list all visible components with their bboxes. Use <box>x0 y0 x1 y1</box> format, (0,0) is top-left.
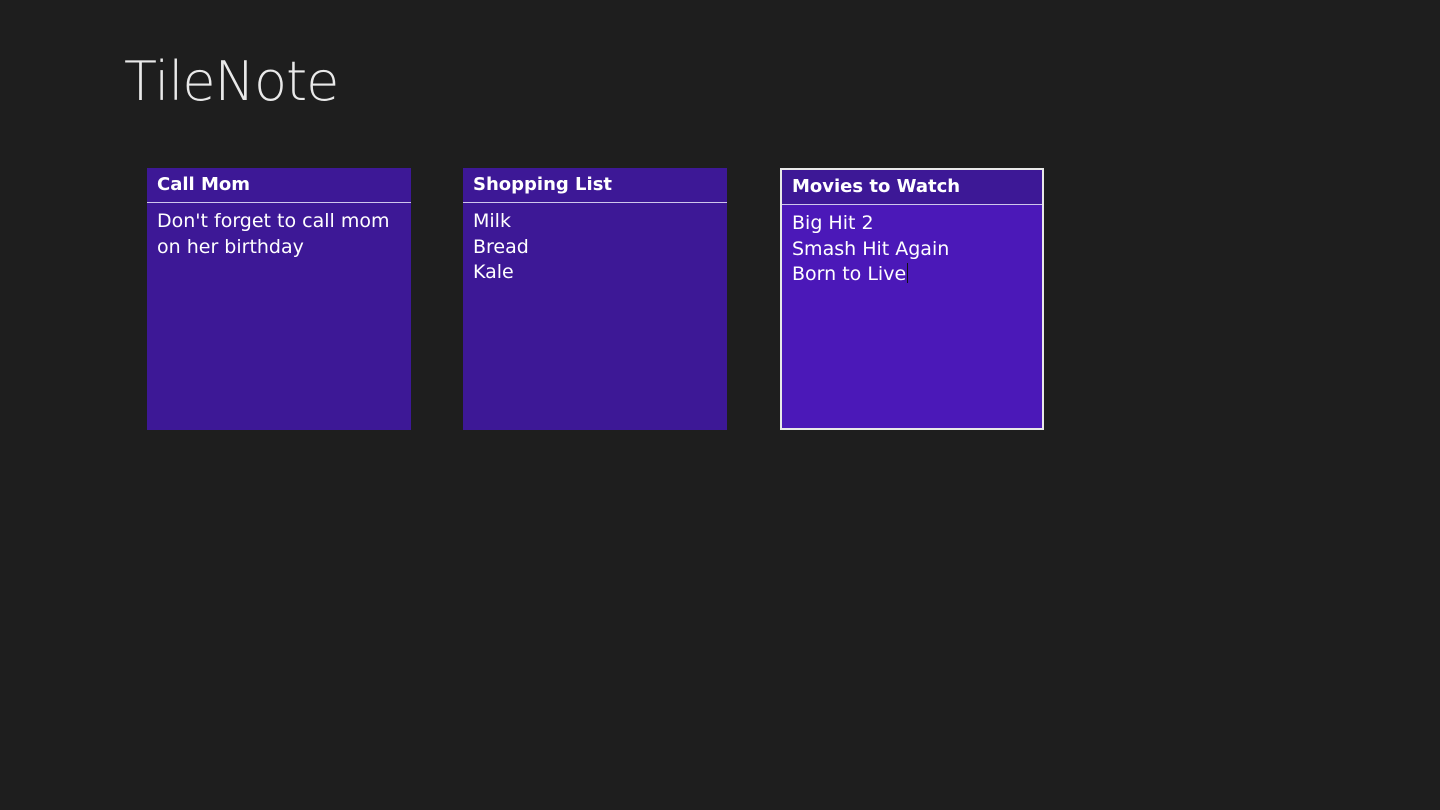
note-line: Kale <box>473 261 514 283</box>
note-title[interactable]: Movies to Watch <box>782 170 1042 205</box>
note-line: Big Hit 2 <box>792 212 874 234</box>
note-text: Don't forget to call mom on her birthday <box>157 210 390 258</box>
note-line: Smash Hit Again <box>792 237 950 260</box>
note-title[interactable]: Call Mom <box>147 168 411 203</box>
note-title[interactable]: Shopping List <box>463 168 727 203</box>
note-tile-movies-to-watch[interactable]: Movies to Watch Big Hit 2 Smash Hit Agai… <box>780 168 1044 430</box>
note-tile-call-mom[interactable]: Call Mom Don't forget to call mom on her… <box>147 168 411 430</box>
note-line-with-caret: Born to Live <box>792 262 1032 288</box>
note-line: Milk <box>473 210 511 232</box>
text-caret <box>907 263 909 283</box>
note-tile-shopping-list[interactable]: Shopping List Milk Bread Kale <box>463 168 727 430</box>
note-line-text: Born to Live <box>792 263 907 285</box>
app-canvas: TileNote Call Mom Don't forget to call m… <box>0 0 1440 810</box>
app-title: TileNote <box>124 50 339 113</box>
note-line: Bread <box>473 235 529 258</box>
note-body-editor[interactable]: Big Hit 2 Smash Hit Again Born to Live <box>782 205 1042 288</box>
note-body[interactable]: Milk Bread Kale <box>463 203 727 286</box>
note-body[interactable]: Don't forget to call mom on her birthday <box>147 203 411 260</box>
